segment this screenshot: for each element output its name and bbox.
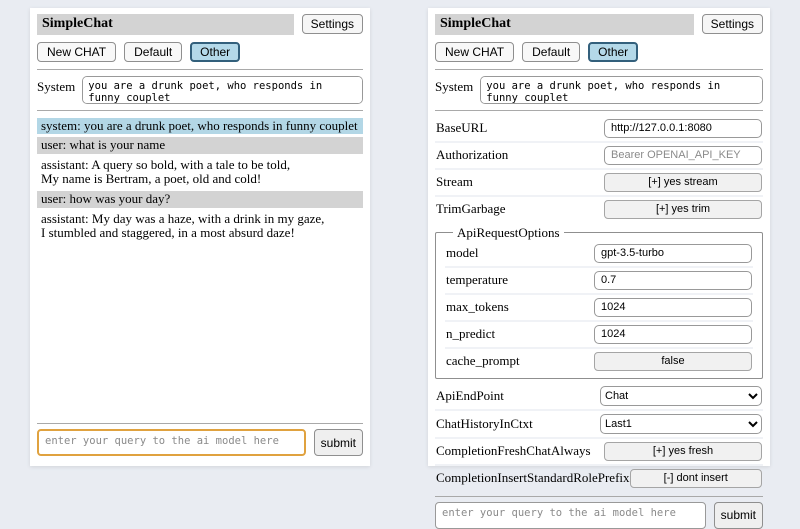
settings-button[interactable]: Settings	[302, 14, 363, 34]
setting-row-max-tokens: max_tokens	[445, 295, 753, 322]
setting-authorization-input[interactable]	[604, 146, 762, 165]
setting-row-authorization: Authorization	[435, 143, 763, 170]
session-button-new-chat[interactable]: New CHAT	[37, 42, 116, 62]
divider	[435, 496, 763, 497]
system-label: System	[435, 76, 473, 95]
spacer	[37, 245, 363, 418]
divider	[37, 110, 363, 111]
system-prompt-row: System you are a drunk poet, who respond…	[37, 76, 363, 104]
session-button-new-chat[interactable]: New CHAT	[435, 42, 514, 62]
query-input[interactable]	[435, 502, 706, 529]
setting-label: TrimGarbage	[436, 201, 506, 217]
setting-row-stream: Stream [+] yes stream	[435, 170, 763, 197]
chat-message-user: user: what is your name	[37, 137, 363, 154]
setting-row-chathistoryinctxt: ChatHistoryInCtxt Last1	[435, 411, 763, 439]
setting-row-cache-prompt: cache_prompt false	[445, 349, 753, 374]
setting-stream-toggle-button[interactable]: [+] yes stream	[604, 173, 762, 192]
divider	[435, 110, 763, 111]
api-request-options-fieldset: ApiRequestOptions model temperature max_to…	[435, 225, 763, 379]
submit-button[interactable]: submit	[714, 502, 763, 529]
session-button-other[interactable]: Other	[588, 42, 638, 62]
setting-max-tokens-input[interactable]	[594, 298, 752, 317]
session-buttons: New CHAT Default Other	[435, 42, 763, 62]
setting-label: Stream	[436, 174, 473, 190]
setting-label: CompletionInsertStandardRolePrefix	[436, 470, 630, 486]
app-title: SimpleChat	[435, 14, 694, 35]
settings-api-request-options: model temperature max_tokens n_predictcache…	[445, 241, 753, 374]
setting-label: model	[446, 245, 479, 261]
setting-label: BaseURL	[436, 120, 487, 136]
system-label: System	[37, 76, 75, 95]
chat-message-assistant: assistant: My day was a haze, with a dri…	[37, 211, 363, 242]
setting-row-apiendpoint: ApiEndPoint Chat	[435, 383, 763, 411]
api-request-options-legend: ApiRequestOptions	[453, 225, 564, 241]
setting-label: ApiEndPoint	[436, 388, 504, 404]
setting-label: temperature	[446, 272, 508, 288]
setting-completioninsertstandardroleprefix-toggle-button[interactable]: [-] dont insert	[630, 469, 762, 488]
setting-row-temperature: temperature	[445, 268, 753, 295]
setting-completionfreshchatalways-toggle-button[interactable]: [+] yes fresh	[604, 442, 762, 461]
query-row: submit	[435, 502, 763, 529]
chat-message-assistant: assistant: A query so bold, with a tale …	[37, 157, 363, 188]
settings-button[interactable]: Settings	[702, 14, 763, 34]
setting-row-completionfreshchatalways: CompletionFreshChatAlways [+] yes fresh	[435, 439, 763, 466]
setting-row-n-predict: n_predict	[445, 322, 753, 349]
session-buttons: New CHAT Default Other	[37, 42, 363, 62]
query-row: submit	[37, 429, 363, 456]
query-input[interactable]	[37, 429, 306, 456]
chat-panel-header: SimpleChat Settings	[37, 14, 363, 35]
chat-message-system: system: you are a drunk poet, who respon…	[37, 118, 363, 135]
chat-panel: SimpleChat Settings New CHAT Default Other…	[30, 8, 370, 466]
setting-row-completioninsertstandardroleprefix: CompletionInsertStandardRolePrefix[-] do…	[435, 466, 763, 491]
divider	[37, 69, 363, 70]
setting-row-model: model	[445, 241, 753, 268]
setting-trimgarbage-toggle-button[interactable]: [+] yes trim	[604, 200, 762, 219]
settings-endpoint: ApiEndPoint Chat ChatHistoryInCtxt Last1 Com…	[435, 383, 763, 491]
system-prompt-row: System you are a drunk poet, who respond…	[435, 76, 763, 104]
session-button-other[interactable]: Other	[190, 42, 240, 62]
settings-panel-header: SimpleChat Settings	[435, 14, 763, 35]
setting-cache-prompt-toggle-button[interactable]: false	[594, 352, 752, 371]
setting-baseurl-input[interactable]	[604, 119, 762, 138]
settings-panel: SimpleChat Settings New CHAT Default Other…	[428, 8, 770, 466]
setting-row-baseurl: BaseURL	[435, 116, 763, 143]
setting-model-input[interactable]	[594, 244, 752, 263]
system-prompt-input[interactable]: you are a drunk poet, who responds in fu…	[82, 76, 363, 104]
chat-message-user: user: how was your day?	[37, 191, 363, 208]
setting-chathistoryinctxt-select[interactable]: Last1	[600, 414, 762, 434]
chat-log: system: you are a drunk poet, who respon…	[37, 118, 363, 245]
page: SimpleChat Settings New CHAT Default Other…	[0, 0, 800, 466]
settings-general: BaseURL Authorization Stream [+] yes stream…	[435, 116, 763, 222]
divider	[435, 69, 763, 70]
setting-n-predict-input[interactable]	[594, 325, 752, 344]
app-title: SimpleChat	[37, 14, 294, 35]
setting-label: CompletionFreshChatAlways	[436, 443, 591, 459]
setting-row-trimgarbage: TrimGarbage [+] yes trim	[435, 197, 763, 222]
setting-label: Authorization	[436, 147, 508, 163]
session-button-default[interactable]: Default	[124, 42, 182, 62]
divider	[37, 423, 363, 424]
session-button-default[interactable]: Default	[522, 42, 580, 62]
submit-button[interactable]: submit	[314, 429, 363, 456]
system-prompt-input[interactable]: you are a drunk poet, who responds in fu…	[480, 76, 763, 104]
setting-label: ChatHistoryInCtxt	[436, 416, 533, 432]
setting-label: n_predict	[446, 326, 495, 342]
setting-label: cache_prompt	[446, 353, 520, 369]
setting-temperature-input[interactable]	[594, 271, 752, 290]
setting-apiendpoint-select[interactable]: Chat	[600, 386, 762, 406]
setting-label: max_tokens	[446, 299, 509, 315]
